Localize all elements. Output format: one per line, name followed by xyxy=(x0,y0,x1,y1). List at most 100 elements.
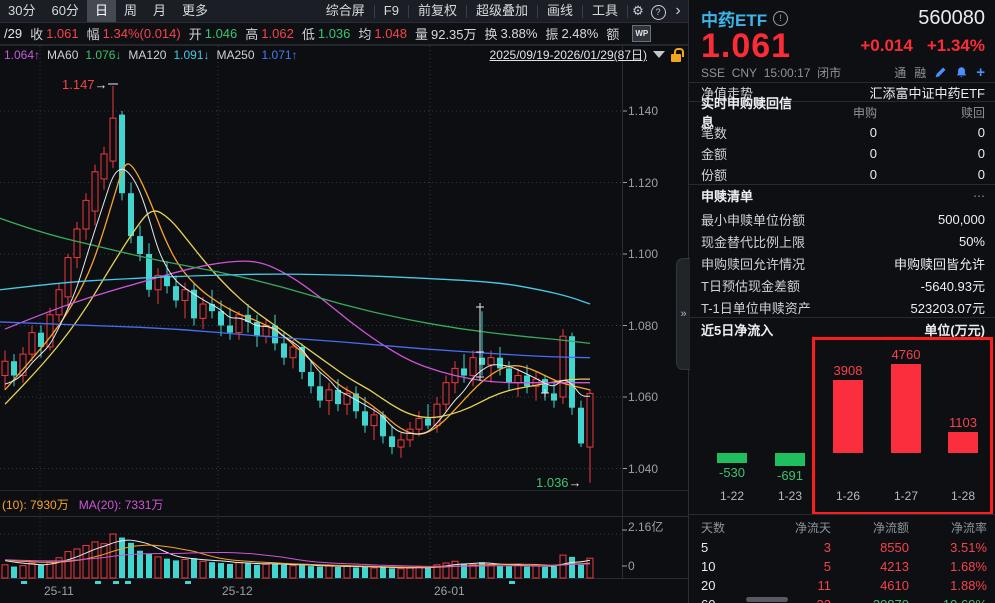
volume-bar xyxy=(101,544,107,578)
volume-bar xyxy=(137,551,143,578)
price-tick-label: 1.120 xyxy=(628,176,658,190)
unlock-icon[interactable] xyxy=(671,48,684,62)
candle-body xyxy=(47,315,53,347)
table-cell: 3 xyxy=(761,540,831,555)
volume-bar xyxy=(389,568,395,578)
ma-line-cyan xyxy=(0,274,590,304)
more-icon[interactable]: ⋯ xyxy=(973,189,985,203)
quote-field-均: 均1.048 xyxy=(358,24,407,43)
quote-field-低: 低1.036 xyxy=(302,24,351,43)
flow-value-1-23: -691 xyxy=(761,468,819,483)
gear-icon[interactable]: ⚙ xyxy=(628,3,648,19)
volume-bar xyxy=(236,563,242,578)
fund-info-panel: » 中药ETF ! 560080 1.061 +0.014 +1.34% SSE… xyxy=(688,0,995,603)
price-change: +0.014 xyxy=(860,36,912,56)
info-icon[interactable]: ! xyxy=(773,11,788,26)
candle-body xyxy=(407,429,413,440)
time-tick-label: 25-11 xyxy=(44,584,74,598)
table-cell: 1.68% xyxy=(909,559,987,574)
table-cell: 1.88% xyxy=(909,578,987,593)
edit-pencil-icon[interactable] xyxy=(934,66,947,79)
tab-period-周[interactable]: 周 xyxy=(116,0,145,22)
volume-bar xyxy=(560,555,566,578)
volume-bar xyxy=(218,563,224,578)
date-range-selector[interactable]: 2025/09/19-2026/01/29(87日) xyxy=(490,46,647,63)
table-cell: 20 xyxy=(701,578,761,593)
candle-body xyxy=(119,115,125,194)
tab-period-30分[interactable]: 30分 xyxy=(0,0,43,22)
ma-value-2: 1.076↓ xyxy=(85,48,121,62)
volume-bar xyxy=(299,565,305,578)
price-tick-label: 1.060 xyxy=(628,390,658,404)
volume-bar xyxy=(371,568,377,578)
candle-body xyxy=(425,418,431,425)
candle-body xyxy=(362,411,368,425)
bell-icon[interactable] xyxy=(955,66,968,79)
ma-indicator-bar: 1.064↑MA601.076↓MA1201.091↓MA2501.071↑ 2… xyxy=(0,46,688,63)
volume-bar xyxy=(200,561,206,578)
flow-section-title: 近5日净流入 xyxy=(701,320,773,339)
volume-bar xyxy=(416,567,422,578)
toolbar-menu: 综合屏F9前复权超级叠加画线工具⚙?› xyxy=(317,0,688,22)
table-row: 10542131.68% xyxy=(701,559,987,574)
highlight-annotation-box xyxy=(812,337,993,515)
chevron-right-icon[interactable]: › xyxy=(668,2,688,20)
menu-item-4[interactable]: 超级叠加 xyxy=(467,0,537,22)
volume-bar xyxy=(542,567,548,578)
col-header-天数: 天数 xyxy=(701,519,761,536)
quote-field-高: 高1.062 xyxy=(245,24,294,43)
price-change-pct: +1.34% xyxy=(927,36,985,56)
tab-period-60分[interactable]: 60分 xyxy=(43,0,86,22)
candle-body xyxy=(335,390,341,404)
flow-date-1-23: 1-23 xyxy=(761,489,819,503)
price-tick-label: 1.100 xyxy=(628,247,658,261)
volume-bar xyxy=(506,566,512,578)
volume-bar xyxy=(308,566,314,578)
price-tick-label: 1.040 xyxy=(628,462,658,476)
candle-body xyxy=(218,311,224,325)
short-tag: 融 xyxy=(914,64,926,81)
candle-body xyxy=(506,368,512,382)
tab-period-月[interactable]: 月 xyxy=(145,0,174,22)
volume-bar xyxy=(317,567,323,578)
candle-body xyxy=(470,358,476,376)
menu-item-6[interactable]: 工具 xyxy=(583,0,627,22)
candle-body xyxy=(488,358,494,365)
event-mark xyxy=(95,581,101,584)
candle-body xyxy=(281,343,287,357)
volume-bar xyxy=(227,564,233,578)
detail-row-2: 申购赎回允许情况申购赎回皆允许 xyxy=(701,255,985,271)
ma-line-yellow xyxy=(5,211,590,417)
event-mark xyxy=(113,581,119,584)
flow-bar-1-23 xyxy=(775,453,805,466)
tab-period-日[interactable]: 日 xyxy=(87,0,116,22)
volume-bar xyxy=(173,560,179,578)
candle-body xyxy=(182,290,188,301)
candle-body xyxy=(524,376,530,387)
horizontal-scrollbar-thumb[interactable] xyxy=(746,597,788,602)
event-mark xyxy=(125,581,131,584)
volume-bar xyxy=(362,567,368,578)
wp-widget-icon[interactable]: WP xyxy=(632,25,651,42)
add-icon[interactable]: + xyxy=(976,64,985,81)
realtime-row-份额: 份额00 xyxy=(701,166,985,182)
menu-item-2[interactable]: F9 xyxy=(375,0,408,22)
quote-field-换: 换3.88% xyxy=(485,24,538,43)
table-cell: 5 xyxy=(761,559,831,574)
quote-bar: /29 收1.061幅1.34%(0.014)开1.046高1.062低1.03… xyxy=(0,23,688,45)
menu-item-1[interactable]: 综合屏 xyxy=(317,0,374,22)
quote-field-收: 收1.061 xyxy=(30,24,79,43)
kline-chart-area[interactable]: 1.147→ 1.036→ (10): 7930万MA(20): 7331万 1… xyxy=(0,0,688,603)
help-icon[interactable]: ? xyxy=(648,3,668,20)
chevron-down-icon[interactable] xyxy=(653,51,665,58)
candle-body xyxy=(587,393,593,447)
panel-collapse-handle[interactable]: » xyxy=(676,258,690,370)
ma-value-5: MA250 xyxy=(216,48,254,62)
menu-item-3[interactable]: 前复权 xyxy=(409,0,466,22)
volume-ma-label-1: MA(20): 7331万 xyxy=(79,496,164,513)
menu-item-5[interactable]: 画线 xyxy=(538,0,582,22)
tab-period-更多[interactable]: 更多 xyxy=(174,0,216,22)
price-tick-label: 1.140 xyxy=(628,104,658,118)
volume-bar xyxy=(533,566,539,578)
flow-date-1-22: 1-22 xyxy=(703,489,761,503)
